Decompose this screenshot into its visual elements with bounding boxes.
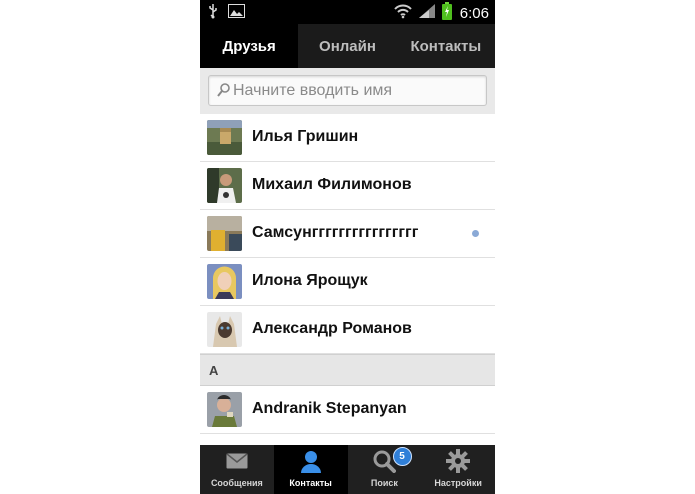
section-letter: A: [209, 363, 219, 378]
search-box[interactable]: [208, 75, 487, 106]
tab-online[interactable]: Онлайн: [298, 24, 396, 68]
tab-bar: Друзья Онлайн Контакты: [200, 24, 495, 68]
friend-name: Илона Ярощук: [252, 272, 368, 289]
nav-messages[interactable]: Сообщения: [200, 445, 274, 494]
nav-label: Настройки: [434, 478, 482, 488]
avatar: [207, 264, 242, 299]
wifi-icon: [394, 3, 412, 24]
tab-friends[interactable]: Друзья: [200, 24, 299, 68]
friend-name: Самсунгггггггггггггггг: [252, 224, 419, 241]
search-bar: [200, 68, 495, 115]
list-item[interactable]: Александр Романов: [200, 306, 495, 354]
gear-icon: [446, 449, 471, 478]
notification-badge: 5: [392, 447, 412, 466]
friend-name: Andranik Stepanyan: [252, 400, 407, 417]
search-input[interactable]: [231, 79, 485, 103]
nav-contacts[interactable]: Контакты: [273, 445, 348, 494]
avatar: [207, 120, 242, 155]
list-item[interactable]: Andranik Stepanyan: [200, 386, 495, 434]
avatar: [207, 392, 242, 427]
status-time: 6:06: [459, 5, 489, 22]
person-icon: [299, 449, 323, 478]
friends-list: Илья Гришин Михаил Филимонов Самсунггггг…: [200, 114, 495, 482]
phone-screen: 6:06 Друзья Онлайн Контакты Илья Гришин: [200, 0, 495, 494]
bottom-nav: Сообщения Контакты 5 Поиск Настройки: [200, 445, 495, 494]
nav-label: Поиск: [370, 478, 398, 488]
image-icon: [228, 4, 245, 23]
envelope-icon: [226, 453, 248, 474]
tab-contacts[interactable]: Контакты: [397, 24, 495, 68]
online-indicator: [472, 230, 479, 237]
section-header: A: [200, 354, 495, 386]
signal-icon: [418, 3, 436, 24]
nav-label: Сообщения: [210, 478, 263, 488]
battery-icon: [441, 2, 452, 25]
avatar: [207, 216, 242, 251]
usb-icon: [208, 3, 218, 24]
friend-name: Илья Гришин: [252, 128, 359, 145]
list-item[interactable]: Самсунгггггггггггггггг: [200, 210, 495, 258]
list-item[interactable]: Илья Гришин: [200, 114, 495, 162]
list-item[interactable]: Илона Ярощук: [200, 258, 495, 306]
avatar: [207, 312, 242, 347]
nav-label: Контакты: [289, 478, 332, 488]
nav-search[interactable]: 5 Поиск: [348, 445, 422, 494]
nav-settings[interactable]: Настройки: [421, 445, 495, 494]
list-item[interactable]: Михаил Филимонов: [200, 162, 495, 210]
search-icon: [217, 83, 230, 102]
friend-name: Михаил Филимонов: [252, 176, 412, 193]
friend-name: Александр Романов: [252, 320, 412, 337]
avatar: [207, 168, 242, 203]
status-bar: 6:06: [200, 0, 495, 24]
